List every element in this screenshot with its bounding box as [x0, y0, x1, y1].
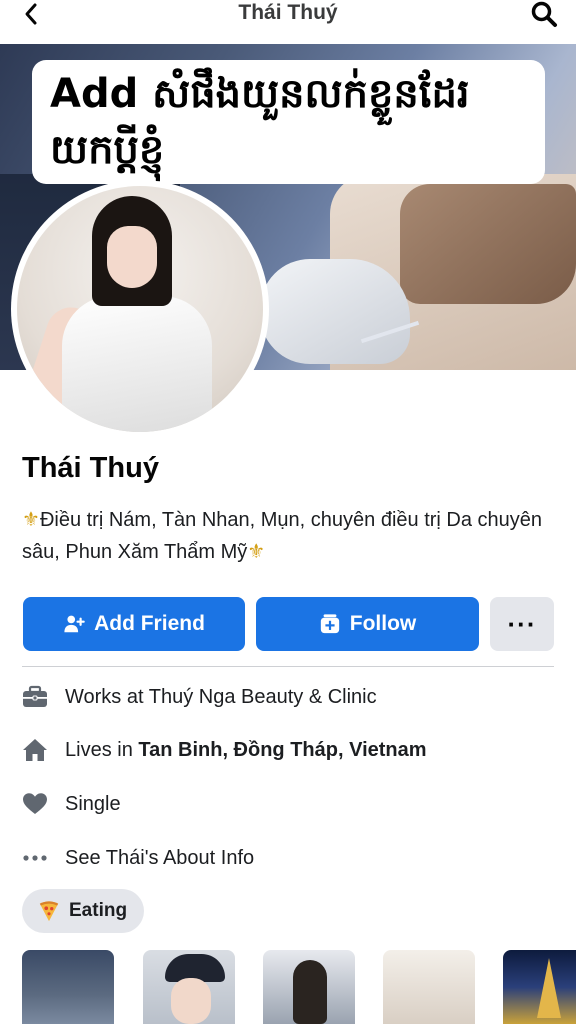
- follow-plus-icon: [320, 614, 339, 634]
- featured-photo[interactable]: [22, 950, 114, 1024]
- hobby-chip[interactable]: Eating: [22, 889, 144, 933]
- lives-place: Tan Binh, Đồng Tháp, Vietnam: [138, 738, 427, 761]
- caption-line-2: យកប្ដីខ្ញុំ: [50, 127, 165, 173]
- add-friend-label: Add Friend: [94, 612, 205, 635]
- about-link-text: See Thái's About Info: [65, 846, 255, 869]
- follow-label: Follow: [349, 612, 417, 635]
- heart-icon: [22, 791, 48, 817]
- featured-photo[interactable]: [383, 950, 475, 1024]
- featured-photos: [22, 950, 576, 1024]
- caption-line-1: Add សំផឹងយួនលក់ខ្លួនដែរ: [50, 71, 470, 117]
- pizza-icon: [39, 901, 59, 922]
- top-bar: Thái Thuý: [0, 0, 576, 44]
- more-dots-icon: ···: [507, 608, 537, 639]
- fleur-de-lis-icon: ⚜: [247, 541, 266, 563]
- info-work: Works at Thuý Nga Beauty & Clinic: [22, 682, 377, 712]
- search-icon[interactable]: [530, 0, 558, 28]
- more-dots-icon: [22, 845, 48, 871]
- add-friend-button[interactable]: Add Friend: [23, 597, 245, 651]
- profile-bio: ⚜Điều trị Nám, Tàn Nhan, Mụn, chuyên điề…: [22, 504, 552, 568]
- add-person-icon: [64, 615, 85, 633]
- section-divider: [22, 666, 554, 667]
- bio-text: Điều trị Nám, Tàn Nhan, Mụn, chuyên điều…: [22, 509, 543, 563]
- info-lives: Lives in Tan Binh, Đồng Tháp, Vietnam: [22, 735, 427, 765]
- relationship-text: Single: [65, 792, 121, 815]
- more-options-button[interactable]: ···: [490, 597, 554, 651]
- follow-button[interactable]: Follow: [256, 597, 479, 651]
- page-title: Thái Thuý: [238, 1, 338, 24]
- profile-name: Thái Thuý: [22, 452, 159, 484]
- info-relationship: Single: [22, 789, 121, 819]
- featured-photo[interactable]: [263, 950, 355, 1024]
- featured-photo[interactable]: [503, 950, 576, 1024]
- profile-avatar[interactable]: [11, 180, 269, 438]
- briefcase-icon: [22, 684, 48, 710]
- hobby-label: Eating: [69, 900, 128, 921]
- fleur-de-lis-icon: ⚜: [22, 509, 40, 531]
- lives-prefix: Lives in: [65, 738, 139, 761]
- home-icon: [22, 737, 48, 763]
- cover-caption-overlay: Add សំផឹងយួនលក់ខ្លួនដែរ យកប្ដីខ្ញុំ: [32, 60, 545, 184]
- see-about-info-link[interactable]: See Thái's About Info: [22, 843, 254, 873]
- work-text: Works at Thuý Nga Beauty & Clinic: [65, 685, 377, 708]
- featured-photo[interactable]: [143, 950, 235, 1024]
